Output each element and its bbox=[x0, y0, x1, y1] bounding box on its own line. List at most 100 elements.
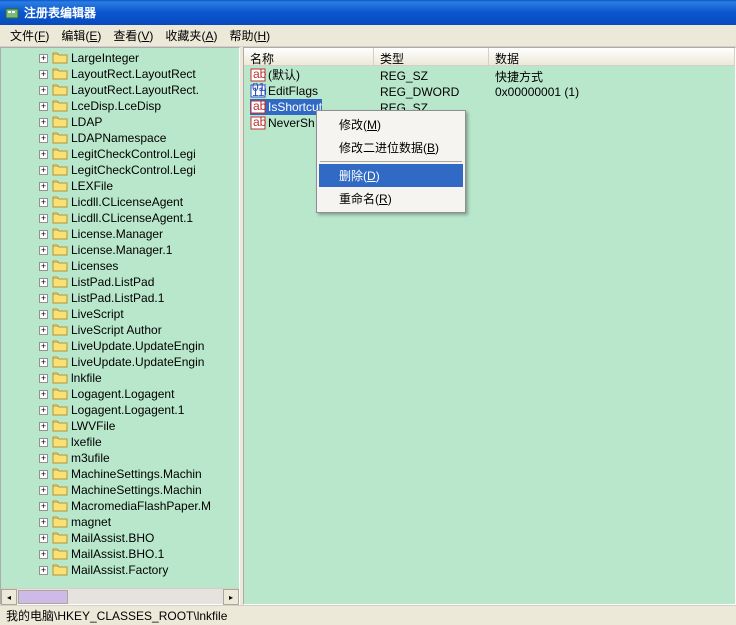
expand-icon[interactable]: + bbox=[39, 102, 48, 111]
expand-icon[interactable]: + bbox=[39, 54, 48, 63]
expand-icon[interactable]: + bbox=[39, 374, 48, 383]
tree-node[interactable]: +License.Manager.1 bbox=[3, 242, 237, 258]
expand-icon[interactable]: + bbox=[39, 358, 48, 367]
expand-icon[interactable]: + bbox=[39, 486, 48, 495]
expand-icon[interactable]: + bbox=[39, 166, 48, 175]
folder-icon bbox=[52, 259, 68, 273]
context-modify[interactable]: 修改(M) bbox=[319, 113, 463, 136]
tree-node[interactable]: +LceDisp.LceDisp bbox=[3, 98, 237, 114]
expand-icon[interactable]: + bbox=[39, 502, 48, 511]
folder-icon bbox=[52, 179, 68, 193]
tree-node[interactable]: + MailAssist.BHO.1 bbox=[3, 546, 237, 562]
expand-icon[interactable]: + bbox=[39, 150, 48, 159]
binary-value-icon: 011110 bbox=[250, 83, 266, 99]
tree-node[interactable]: +LiveScript bbox=[3, 306, 237, 322]
tree-node[interactable]: +LiveUpdate.UpdateEngin bbox=[3, 338, 237, 354]
tree-node[interactable]: + lxefile bbox=[3, 434, 237, 450]
expand-icon[interactable]: + bbox=[39, 198, 48, 207]
tree-node[interactable]: +Licenses bbox=[3, 258, 237, 274]
folder-icon bbox=[52, 163, 68, 177]
tree-node[interactable]: +LEXFile bbox=[3, 178, 237, 194]
context-rename[interactable]: 重命名(R) bbox=[319, 187, 463, 210]
expand-icon[interactable]: + bbox=[39, 470, 48, 479]
expand-icon[interactable]: + bbox=[39, 214, 48, 223]
expand-icon[interactable]: + bbox=[39, 326, 48, 335]
folder-icon bbox=[52, 355, 68, 369]
tree-node[interactable]: +LargeInteger bbox=[3, 50, 237, 66]
tree-node[interactable]: +Licdll.CLicenseAgent.1 bbox=[3, 210, 237, 226]
menu-help[interactable]: 帮助(H) bbox=[223, 25, 276, 46]
tree-node[interactable]: +MailAssist.Factory bbox=[3, 562, 237, 578]
tree-node[interactable]: +LiveScript Author bbox=[3, 322, 237, 338]
expand-icon[interactable]: + bbox=[39, 342, 48, 351]
tree-node-label: MailAssist.BHO.1 bbox=[71, 547, 164, 561]
tree-node[interactable]: +LayoutRect.LayoutRect bbox=[3, 66, 237, 82]
expand-icon[interactable]: + bbox=[39, 518, 48, 527]
expand-icon[interactable]: + bbox=[39, 278, 48, 287]
expand-icon[interactable]: + bbox=[39, 134, 48, 143]
folder-icon bbox=[52, 147, 68, 161]
expand-icon[interactable]: + bbox=[39, 86, 48, 95]
menu-file[interactable]: 文件(F) bbox=[4, 25, 55, 46]
tree-node[interactable]: +LWVFile bbox=[3, 418, 237, 434]
expand-icon[interactable]: + bbox=[39, 422, 48, 431]
tree-node[interactable]: +lnkfile bbox=[3, 370, 237, 386]
expand-icon[interactable]: + bbox=[39, 182, 48, 191]
tree-hscrollbar[interactable]: ◂ ▸ bbox=[1, 588, 239, 604]
tree-node[interactable]: +LayoutRect.LayoutRect. bbox=[3, 82, 237, 98]
expand-icon[interactable]: + bbox=[39, 70, 48, 79]
expand-icon[interactable]: + bbox=[39, 390, 48, 399]
menu-edit[interactable]: 编辑(E) bbox=[55, 25, 107, 46]
expand-icon[interactable]: + bbox=[39, 294, 48, 303]
folder-icon bbox=[52, 483, 68, 497]
scroll-right-button[interactable]: ▸ bbox=[223, 589, 239, 605]
tree-node[interactable]: +ListPad.ListPad bbox=[3, 274, 237, 290]
tree-view[interactable]: +LargeInteger+LayoutRect.LayoutRect+Layo… bbox=[1, 48, 239, 588]
expand-icon[interactable]: + bbox=[39, 246, 48, 255]
expand-icon[interactable]: + bbox=[39, 406, 48, 415]
tree-node[interactable]: +LiveUpdate.UpdateEngin bbox=[3, 354, 237, 370]
menu-view[interactable]: 查看(V) bbox=[107, 25, 159, 46]
tree-node[interactable]: +LDAP bbox=[3, 114, 237, 130]
tree-node[interactable]: +LegitCheckControl.Legi bbox=[3, 146, 237, 162]
column-data[interactable]: 数据 bbox=[489, 48, 735, 65]
tree-node[interactable]: +LegitCheckControl.Legi bbox=[3, 162, 237, 178]
expand-icon[interactable]: + bbox=[39, 566, 48, 575]
menu-favorites[interactable]: 收藏夹(A) bbox=[159, 25, 223, 46]
expand-icon[interactable]: + bbox=[39, 550, 48, 559]
expand-icon[interactable]: + bbox=[39, 310, 48, 319]
tree-node[interactable]: +Licdll.CLicenseAgent bbox=[3, 194, 237, 210]
tree-node[interactable]: +magnet bbox=[3, 514, 237, 530]
column-type[interactable]: 类型 bbox=[374, 48, 489, 65]
scroll-left-button[interactable]: ◂ bbox=[1, 589, 17, 605]
tree-node[interactable]: +MailAssist.BHO bbox=[3, 530, 237, 546]
tree-node[interactable]: + LDAPNamespace bbox=[3, 130, 237, 146]
column-name[interactable]: 名称 bbox=[244, 48, 374, 65]
scroll-track[interactable] bbox=[69, 589, 223, 604]
tree-node-label: LDAPNamespace bbox=[71, 131, 166, 145]
tree-node[interactable]: +MachineSettings.Machin bbox=[3, 482, 237, 498]
tree-node-label: ListPad.ListPad.1 bbox=[71, 291, 164, 305]
tree-node[interactable]: + ListPad.ListPad.1 bbox=[3, 290, 237, 306]
tree-node-label: lxefile bbox=[71, 435, 102, 449]
expand-icon[interactable]: + bbox=[39, 118, 48, 127]
statusbar: 我的电脑\HKEY_CLASSES_ROOT\lnkfile bbox=[0, 605, 736, 625]
scroll-thumb[interactable] bbox=[18, 590, 68, 604]
tree-node[interactable]: + Logagent.Logagent bbox=[3, 386, 237, 402]
expand-icon[interactable]: + bbox=[39, 454, 48, 463]
expand-icon[interactable]: + bbox=[39, 230, 48, 239]
context-modify-binary[interactable]: 修改二进位数据(B) bbox=[319, 136, 463, 159]
titlebar: 注册表编辑器 bbox=[0, 0, 736, 25]
tree-node-label: Logagent.Logagent bbox=[71, 387, 174, 401]
tree-node[interactable]: +MachineSettings.Machin bbox=[3, 466, 237, 482]
expand-icon[interactable]: + bbox=[39, 438, 48, 447]
expand-icon[interactable]: + bbox=[39, 534, 48, 543]
tree-node[interactable]: +m3ufile bbox=[3, 450, 237, 466]
folder-icon bbox=[52, 67, 68, 81]
context-delete[interactable]: 删除(D) bbox=[319, 164, 463, 187]
expand-icon[interactable]: + bbox=[39, 262, 48, 271]
tree-node[interactable]: +MacromediaFlashPaper.M bbox=[3, 498, 237, 514]
tree-node[interactable]: +License.Manager bbox=[3, 226, 237, 242]
tree-node[interactable]: +Logagent.Logagent.1 bbox=[3, 402, 237, 418]
value-name: NeverSh bbox=[268, 116, 315, 130]
